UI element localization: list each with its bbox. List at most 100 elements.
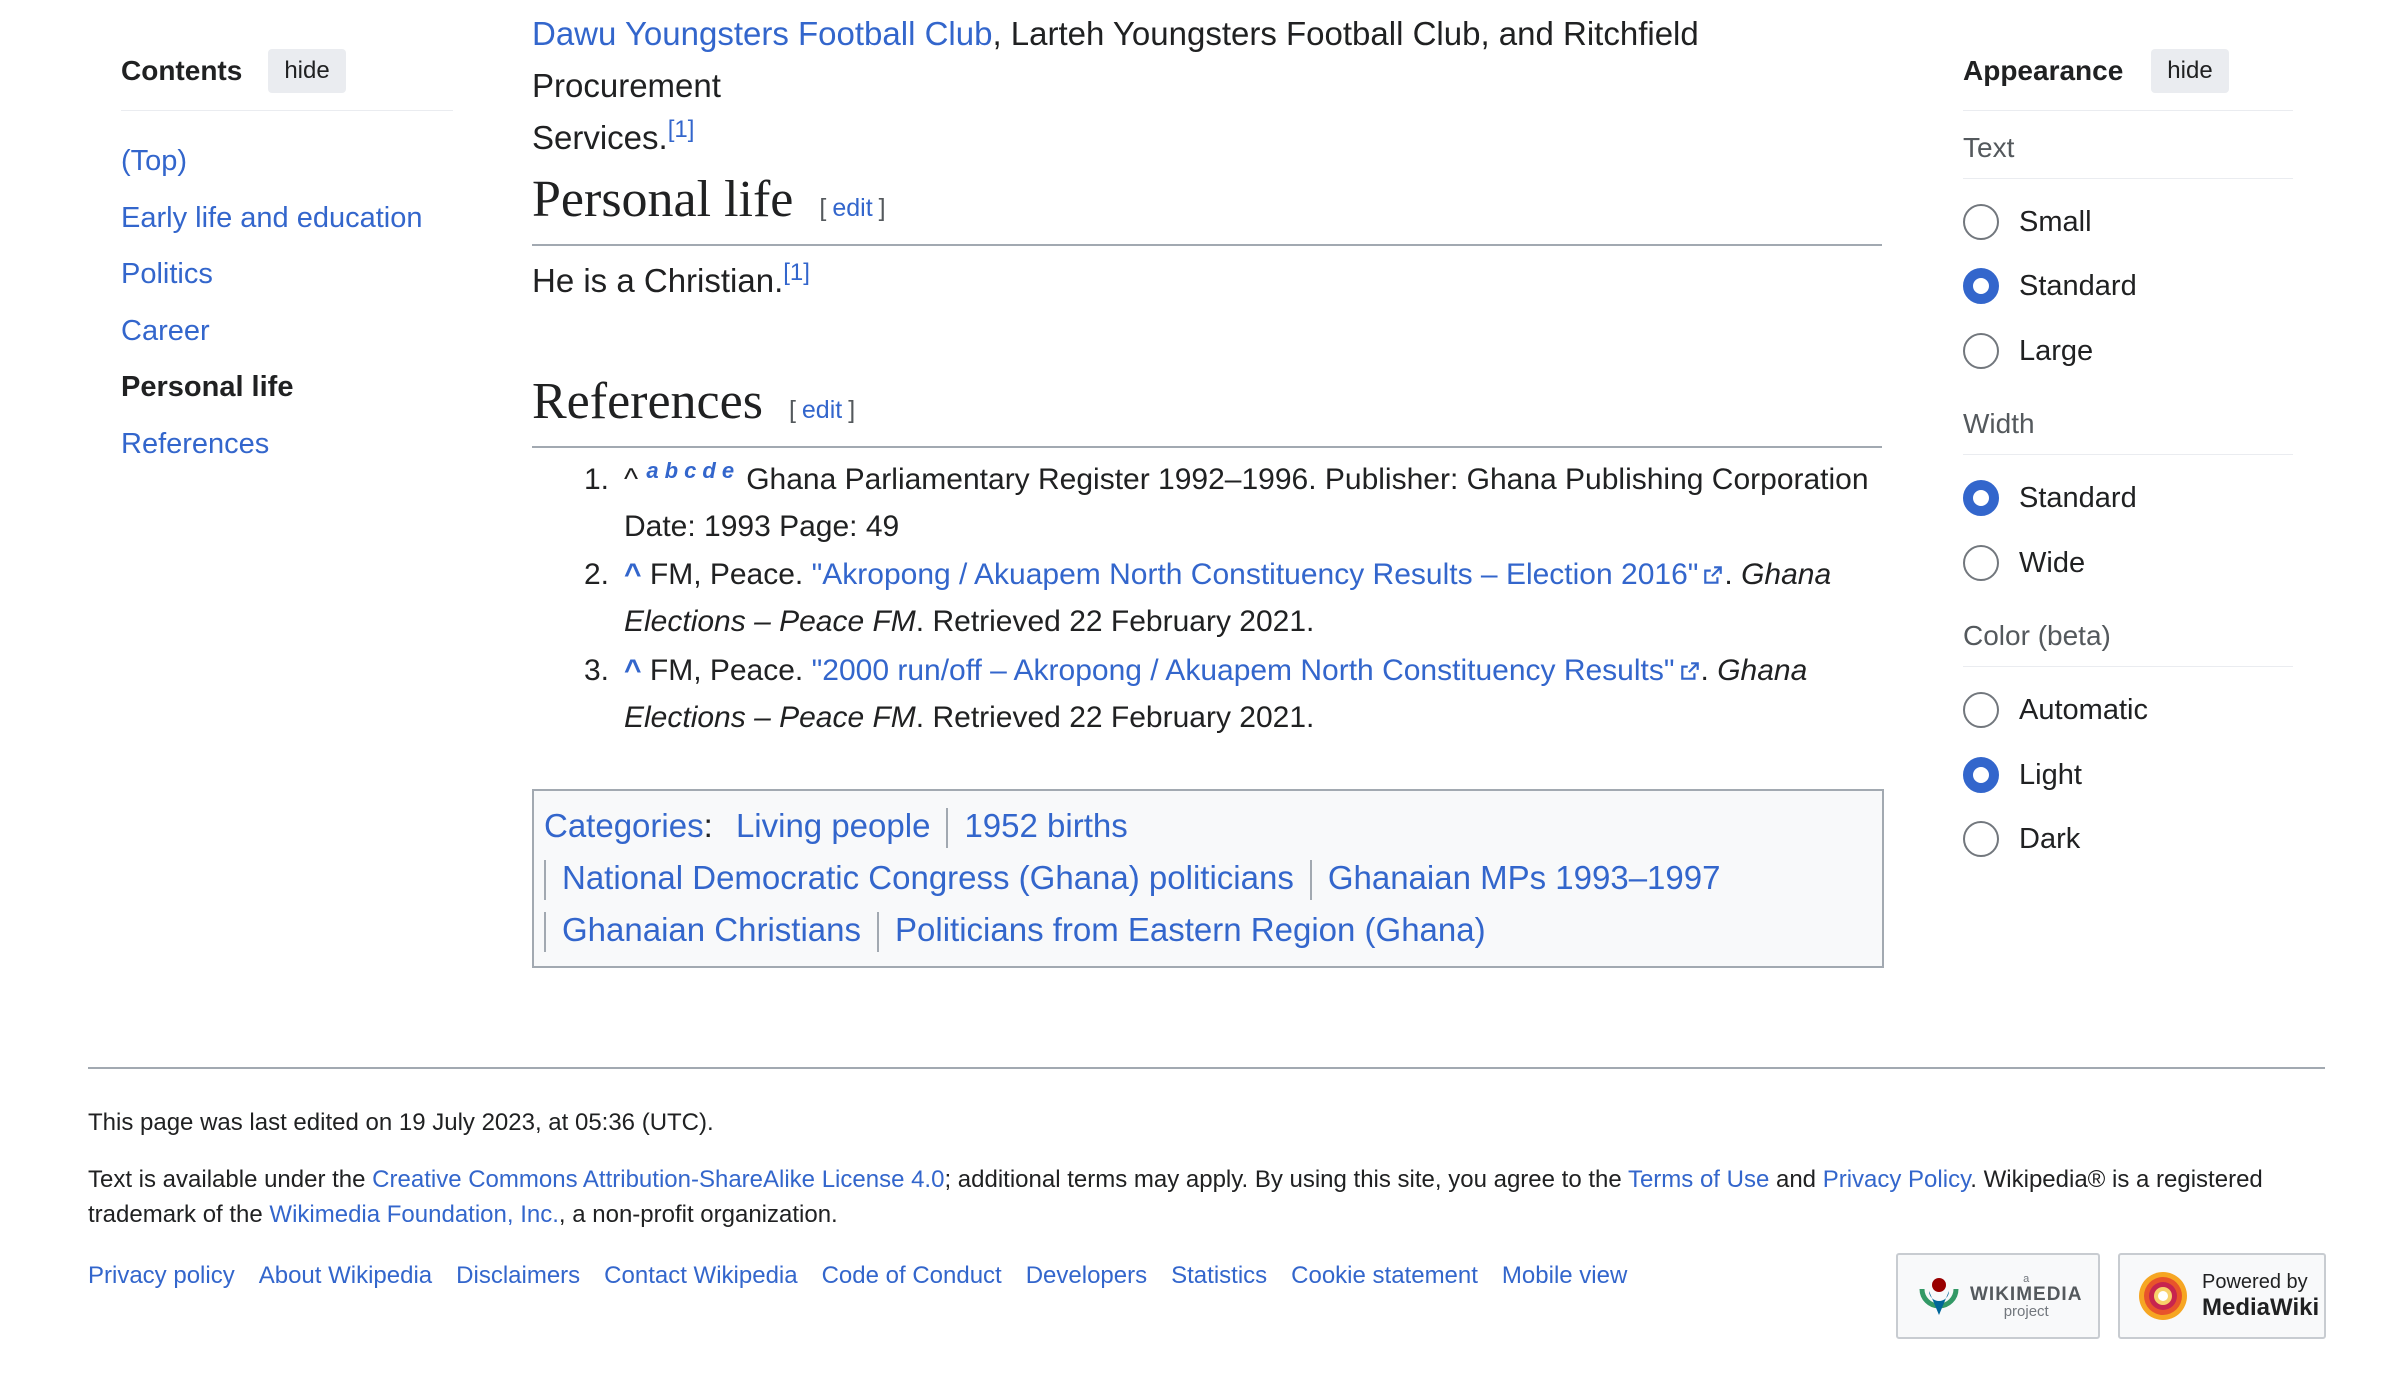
category-link[interactable]: National Democratic Congress (Ghana) pol… xyxy=(562,859,1294,896)
footer-link-statistics[interactable]: Statistics xyxy=(1171,1262,1267,1290)
terms-of-use-link[interactable]: Terms of Use xyxy=(1628,1166,1769,1193)
backlink-d[interactable]: d xyxy=(702,458,715,483)
category-link[interactable]: Ghanaian MPs 1993–1997 xyxy=(1328,859,1721,896)
reference-item: 3. ^ FM, Peace. "2000 run/off – Akropong… xyxy=(584,647,1874,741)
radio-label: Standard xyxy=(2019,269,2137,302)
citation-link[interactable]: [1] xyxy=(783,259,810,286)
references-edit: [edit] xyxy=(789,396,855,425)
license-text: ; additional terms may apply. By using t… xyxy=(944,1166,1628,1193)
radio-unchecked-icon[interactable] xyxy=(1963,204,1999,240)
radio-unchecked-icon[interactable] xyxy=(1963,545,1999,581)
footer-link-developers[interactable]: Developers xyxy=(1026,1262,1147,1290)
categories-label-link[interactable]: Categories xyxy=(544,807,704,844)
toc-item-references[interactable]: References xyxy=(121,416,453,473)
wikimedia-badge-name: WIKIMEDIA xyxy=(1970,1283,2083,1305)
color-dark-option[interactable]: Dark xyxy=(1963,821,2080,857)
reference-text: Ghana Parliamentary Register 1992–1996. … xyxy=(746,463,1869,496)
radio-unchecked-icon[interactable] xyxy=(1963,821,1999,857)
text-size-large-option[interactable]: Large xyxy=(1963,333,2093,369)
backlink-c[interactable]: c xyxy=(684,458,696,483)
wikimedia-badge-sub: project xyxy=(2003,1302,2049,1320)
external-link-icon xyxy=(1704,566,1723,584)
reference-item: 2. ^ FM, Peace. "Akropong / Akuapem Nort… xyxy=(584,551,1874,645)
personal-life-title: Personal life xyxy=(532,171,794,228)
wikimedia-project-badge[interactable]: a WIKIMEDIA project xyxy=(1896,1253,2100,1339)
backlink-b[interactable]: b xyxy=(665,458,678,483)
toc-item-top[interactable]: (Top) xyxy=(121,133,453,190)
text-size-label: Text xyxy=(1963,132,2293,179)
radio-label: Standard xyxy=(2019,481,2137,514)
radio-checked-icon[interactable] xyxy=(1963,268,1999,304)
text-size-small-option[interactable]: Small xyxy=(1963,204,2092,240)
radio-checked-icon[interactable] xyxy=(1963,480,1999,516)
reference-publisher-line2: Elections – Peace FM xyxy=(624,701,916,734)
reference-backlink[interactable]: ^ xyxy=(624,654,642,687)
width-standard-option[interactable]: Standard xyxy=(1963,480,2137,516)
personal-life-edit-link[interactable]: edit xyxy=(832,194,872,222)
radio-label: Large xyxy=(2019,334,2094,367)
toc-item-politics[interactable]: Politics xyxy=(121,246,453,303)
citation-link[interactable]: [1] xyxy=(668,116,695,143)
dawu-youngsters-link[interactable]: Dawu Youngsters Football Club xyxy=(532,15,992,52)
footer-link-cookie-statement[interactable]: Cookie statement xyxy=(1291,1262,1478,1290)
footer-link-code-of-conduct[interactable]: Code of Conduct xyxy=(822,1262,1002,1290)
color-automatic-option[interactable]: Automatic xyxy=(1963,692,2148,728)
wikimedia-foundation-link[interactable]: Wikimedia Foundation, Inc. xyxy=(269,1201,558,1228)
appearance-panel: Appearance hide Text Small Standard Larg… xyxy=(1963,46,2293,857)
personal-life-sentence: He is a Christian. xyxy=(532,262,784,299)
category-link[interactable]: Ghanaian Christians xyxy=(562,911,861,948)
text-size-standard-option[interactable]: Standard xyxy=(1963,268,2137,304)
footer-link-disclaimers[interactable]: Disclaimers xyxy=(456,1262,580,1290)
categories-row-1: Categories: Living people 1952 births xyxy=(544,800,1128,852)
radio-checked-icon[interactable] xyxy=(1963,757,1999,793)
reference-retrieved: . Retrieved 22 February 2021. xyxy=(915,605,1315,638)
reference-external-link[interactable]: "Akropong / Akuapem North Constituency R… xyxy=(812,558,1699,591)
toc-item-personal-life[interactable]: Personal life xyxy=(121,359,453,416)
edit-bracket-close: ] xyxy=(848,396,856,424)
powered-by-mediawiki-badge[interactable]: Powered by MediaWiki xyxy=(2118,1253,2326,1339)
backlink-a[interactable]: a xyxy=(646,458,658,483)
toc-item-early-life[interactable]: Early life and education xyxy=(121,190,453,247)
toc-item-career[interactable]: Career xyxy=(121,303,453,360)
reference-external-link[interactable]: "2000 run/off – Akropong / Akuapem North… xyxy=(812,654,1675,687)
radio-label: Small xyxy=(2019,205,2092,238)
reference-period: . xyxy=(1700,654,1709,687)
reference-text-line2: Date: 1993 Page: 49 xyxy=(624,510,900,543)
license-text: . Wikipedia® is a registered xyxy=(1970,1166,2263,1193)
radio-label: Wide xyxy=(2019,546,2086,579)
radio-label: Light xyxy=(2019,758,2082,791)
color-light-option[interactable]: Light xyxy=(1963,757,2082,793)
category-link[interactable]: Politicians from Eastern Region (Ghana) xyxy=(895,911,1486,948)
wikimedia-logo-icon xyxy=(1919,1278,1959,1315)
backlink-e[interactable]: e xyxy=(722,458,734,483)
footer-link-privacy-policy[interactable]: Privacy policy xyxy=(88,1262,235,1290)
width-label: Width xyxy=(1963,408,2293,455)
toc-list: (Top) Early life and education Politics … xyxy=(121,133,453,472)
radio-label: Dark xyxy=(2019,822,2081,855)
category-link[interactable]: Living people xyxy=(736,807,931,844)
footer-link-about[interactable]: About Wikipedia xyxy=(259,1262,432,1290)
radio-unchecked-icon[interactable] xyxy=(1963,692,1999,728)
reference-caret: ^ xyxy=(624,463,639,496)
category-separator xyxy=(946,808,949,849)
appearance-hide-button[interactable]: hide xyxy=(2151,49,2229,93)
cc-license-link[interactable]: Creative Commons Attribution-ShareAlike … xyxy=(372,1166,944,1193)
appearance-header: Appearance hide xyxy=(1963,46,2293,111)
reference-publisher-line2: Elections – Peace FM xyxy=(624,605,916,638)
toc-title: Contents xyxy=(121,55,243,86)
personal-life-heading: Personal life [edit] xyxy=(532,170,1882,246)
category-link[interactable]: 1952 births xyxy=(964,807,1127,844)
footer-link-contact[interactable]: Contact Wikipedia xyxy=(604,1262,797,1290)
toc-hide-button[interactable]: hide xyxy=(268,49,346,93)
references-edit-link[interactable]: edit xyxy=(802,396,842,424)
reference-author: FM, Peace. xyxy=(649,654,804,687)
radio-unchecked-icon[interactable] xyxy=(1963,333,1999,369)
privacy-policy-link[interactable]: Privacy Policy xyxy=(1823,1166,1971,1193)
categories-box: Categories: Living people 1952 births Nat… xyxy=(532,789,1884,968)
category-separator xyxy=(544,860,546,901)
reference-backlink[interactable]: ^ xyxy=(624,558,642,591)
external-link-icon xyxy=(1680,662,1699,680)
width-wide-option[interactable]: Wide xyxy=(1963,545,2085,581)
footer-link-mobile-view[interactable]: Mobile view xyxy=(1502,1262,1627,1290)
footer-links: Privacy policy About Wikipedia Disclaime… xyxy=(88,1262,1651,1290)
